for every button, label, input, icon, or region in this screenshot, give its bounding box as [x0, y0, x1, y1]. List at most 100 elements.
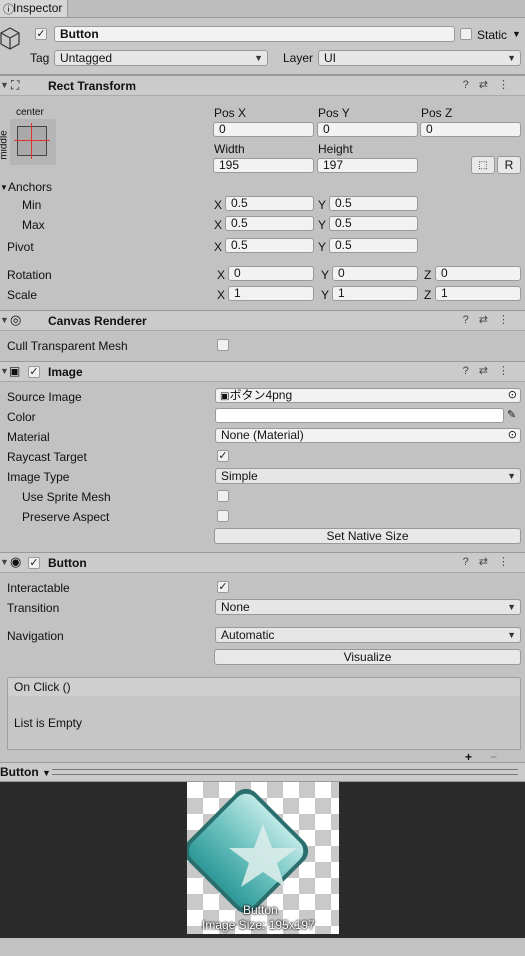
interactable-checkbox[interactable]: ✓	[217, 581, 229, 593]
expand-triangle-icon[interactable]: ▼	[0, 366, 9, 376]
source-image-field[interactable]: ▣ボタン4png ⊙	[215, 388, 521, 403]
width-label: Width	[214, 142, 245, 156]
expand-triangle-icon[interactable]: ▼	[0, 80, 9, 90]
scale-x-field[interactable]: 1	[228, 286, 314, 301]
component-menu-icons[interactable]: ?⇄⋮	[463, 364, 519, 377]
min-label: Min	[22, 198, 42, 212]
expand-triangle-icon[interactable]: ▼	[0, 557, 9, 567]
chevron-down-icon: ▼	[507, 602, 516, 612]
scale-y-field[interactable]: 1	[332, 286, 418, 301]
static-checkbox[interactable]	[460, 28, 472, 40]
rotation-x-field[interactable]: 0	[228, 266, 314, 281]
anchor-preset-icon	[14, 123, 50, 159]
scale-label: Scale	[7, 288, 38, 302]
min-x-field[interactable]: 0.5	[225, 196, 314, 211]
cull-transparent-mesh-label: Cull Transparent Mesh	[7, 339, 128, 353]
rotation-z-field[interactable]: 0	[435, 266, 521, 281]
width-field[interactable]: 195	[213, 158, 314, 173]
set-native-size-button[interactable]: Set Native Size	[214, 528, 521, 544]
rot-x-axis-label: X	[217, 268, 226, 282]
scale-y-axis-label: Y	[321, 288, 330, 302]
image-type-label: Image Type	[7, 470, 70, 484]
min-y-axis-label: Y	[318, 198, 327, 212]
blueprint-mode-button[interactable]: ⬚	[471, 156, 495, 174]
gameobject-cube-icon	[0, 27, 20, 50]
chevron-down-icon: ▼	[507, 630, 516, 640]
eyedropper-icon[interactable]: ✎	[507, 408, 516, 421]
raw-edit-button[interactable]: R	[497, 156, 521, 174]
list-empty-label: List is Empty	[14, 716, 83, 730]
navigation-dropdown[interactable]: Automatic ▼	[215, 627, 521, 643]
button-component-header[interactable]: ▼ ◉ ✓ Button ?⇄⋮	[0, 552, 525, 573]
max-y-field[interactable]: 0.5	[329, 216, 418, 231]
anchor-cross-h	[14, 140, 50, 141]
expand-triangle-icon[interactable]: ▼	[0, 315, 9, 325]
rot-y-axis-label: Y	[321, 268, 330, 282]
object-picker-icon[interactable]: ⊙	[508, 389, 517, 402]
use-sprite-mesh-checkbox[interactable]	[217, 490, 229, 502]
component-menu-icons[interactable]: ?⇄⋮	[463, 313, 519, 326]
scale-x-axis-label: X	[217, 288, 226, 302]
preserve-aspect-checkbox[interactable]	[217, 510, 229, 522]
image-enabled-checkbox[interactable]: ✓	[28, 366, 40, 378]
posx-label: Pos X	[214, 106, 247, 120]
image-title: Image	[48, 365, 83, 379]
visualize-button[interactable]: Visualize	[214, 649, 521, 665]
anchors-expand-triangle-icon[interactable]: ▼	[0, 183, 8, 192]
onclick-header: On Click ()	[7, 677, 521, 697]
rot-z-axis-label: Z	[424, 268, 432, 282]
preview-caption-size: Image Size: 195x197	[202, 918, 315, 932]
max-x-axis-label: X	[214, 218, 223, 232]
rect-transform-header[interactable]: ▼ ⛶ Rect Transform ?⇄⋮	[0, 75, 525, 96]
transition-value: None	[221, 600, 250, 614]
height-field[interactable]: 197	[317, 158, 418, 173]
image-header[interactable]: ▼ ▣ ✓ Image ?⇄⋮	[0, 361, 525, 382]
max-x-field[interactable]: 0.5	[225, 216, 314, 231]
button-component-icon: ◉	[10, 554, 22, 569]
tab-inspector[interactable]: ⓘ Inspector	[0, 0, 68, 17]
max-label: Max	[22, 218, 45, 232]
anchors-label: Anchors	[8, 180, 53, 194]
tag-dropdown[interactable]: Untagged ▼	[54, 50, 268, 66]
button-enabled-checkbox[interactable]: ✓	[28, 557, 40, 569]
object-picker-icon[interactable]: ⊙	[508, 429, 517, 442]
posx-field[interactable]: 0	[213, 122, 314, 137]
transition-dropdown[interactable]: None ▼	[215, 599, 521, 615]
raycast-target-checkbox[interactable]: ✓	[217, 450, 229, 462]
preview-dropdown[interactable]: Button ▼	[0, 765, 51, 780]
pivot-label: Pivot	[7, 240, 34, 254]
material-field[interactable]: None (Material) ⊙	[215, 428, 521, 443]
layer-dropdown[interactable]: UI ▼	[318, 50, 521, 66]
chevron-down-icon: ▼	[254, 53, 263, 63]
pivot-x-field[interactable]: 0.5	[225, 238, 314, 253]
rect-transform-icon: ⛶	[11, 78, 20, 92]
gameobject-name-field[interactable]: Button	[54, 26, 455, 42]
image-component-icon: ▣	[9, 364, 21, 378]
cull-transparent-mesh-checkbox[interactable]	[217, 339, 229, 351]
color-field[interactable]	[215, 408, 504, 423]
height-label: Height	[318, 142, 353, 156]
scale-z-field[interactable]: 1	[435, 286, 521, 301]
preview-drag-handle[interactable]	[52, 769, 518, 775]
posz-field[interactable]: 0	[420, 122, 521, 137]
canvas-renderer-title: Canvas Renderer	[48, 314, 147, 328]
static-dropdown-arrow-icon[interactable]: ▼	[512, 29, 521, 39]
onclick-label: On Click ()	[14, 680, 71, 694]
raycast-target-label: Raycast Target	[7, 450, 87, 464]
anchor-preset-h-label: center	[16, 107, 44, 118]
posy-field[interactable]: 0	[317, 122, 418, 137]
pivot-y-axis-label: Y	[318, 240, 327, 254]
gameobject-active-checkbox[interactable]: ✓	[35, 28, 47, 40]
layer-label: Layer	[283, 51, 314, 65]
rotation-y-field[interactable]: 0	[332, 266, 418, 281]
component-menu-icons[interactable]: ?⇄⋮	[463, 78, 519, 91]
anchor-preset-button[interactable]	[10, 119, 56, 165]
min-y-field[interactable]: 0.5	[329, 196, 418, 211]
static-label: Static	[477, 28, 508, 42]
navigation-label: Navigation	[7, 629, 64, 643]
image-type-value: Simple	[221, 469, 258, 483]
canvas-renderer-header[interactable]: ▼ ◎ Canvas Renderer ?⇄⋮	[0, 310, 525, 331]
pivot-y-field[interactable]: 0.5	[329, 238, 418, 253]
image-type-dropdown[interactable]: Simple ▼	[215, 468, 521, 484]
component-menu-icons[interactable]: ?⇄⋮	[463, 555, 519, 568]
